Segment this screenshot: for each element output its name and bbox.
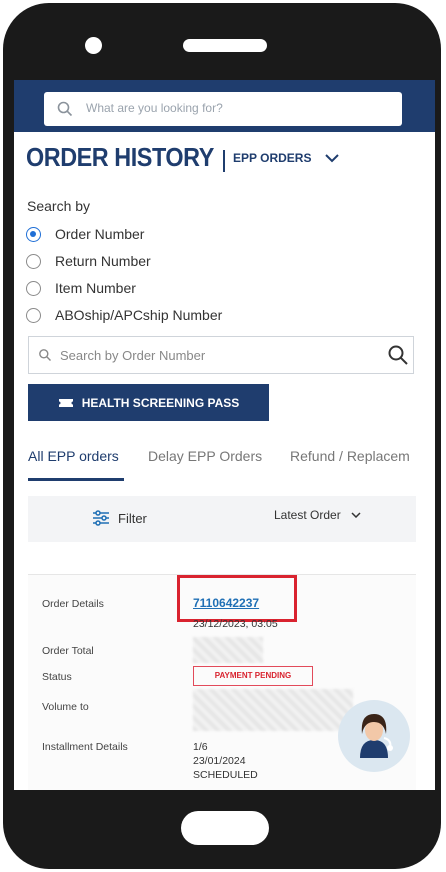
search-submit-icon[interactable] bbox=[387, 344, 409, 366]
tab-all-epp-orders[interactable]: All EPP orders bbox=[28, 448, 119, 464]
front-camera bbox=[85, 37, 102, 54]
chevron-down-icon bbox=[325, 153, 340, 162]
epp-orders-dropdown[interactable]: EPP ORDERS bbox=[233, 151, 340, 165]
order-total-label: Order Total bbox=[42, 645, 94, 657]
order-details-label: Order Details bbox=[42, 598, 104, 610]
app-screen: What are you looking for? ORDER HISTORY … bbox=[14, 80, 435, 790]
search-icon bbox=[57, 101, 73, 117]
support-avatar-button[interactable] bbox=[338, 700, 410, 772]
sort-label: Latest Order bbox=[274, 508, 341, 522]
radio-label: Item Number bbox=[55, 280, 136, 296]
order-tabs: All EPP orders Delay EPP Orders Refund /… bbox=[14, 442, 435, 482]
active-tab-indicator bbox=[28, 478, 124, 481]
installment-details-label: Installment Details bbox=[42, 741, 128, 753]
order-date: 23/12/2023, 03:05 bbox=[193, 618, 278, 630]
installment-date: 23/01/2024 bbox=[193, 755, 246, 767]
radio-button[interactable] bbox=[26, 307, 41, 323]
global-search-input[interactable]: What are you looking for? bbox=[44, 92, 402, 126]
filter-bar: Filter Latest Order bbox=[28, 496, 416, 542]
health-screening-pass-button[interactable]: HEALTH SCREENING PASS bbox=[28, 384, 269, 421]
radio-aboship-number[interactable]: ABOship/APCship Number bbox=[26, 304, 222, 326]
sort-select[interactable]: Latest Order bbox=[274, 508, 361, 522]
redacted-order-total bbox=[193, 637, 263, 663]
radio-button[interactable] bbox=[26, 253, 41, 269]
order-search-input[interactable]: Search by Order Number bbox=[28, 336, 414, 374]
redacted-volume bbox=[193, 689, 353, 731]
radio-label: Order Number bbox=[55, 226, 145, 242]
radio-button[interactable] bbox=[26, 280, 41, 296]
page-title: ORDER HISTORY bbox=[26, 142, 214, 172]
chevron-down-icon bbox=[351, 512, 361, 518]
installment-status: SCHEDULED bbox=[193, 769, 258, 781]
tab-refund-replacement[interactable]: Refund / Replacem bbox=[290, 448, 410, 464]
volume-label: Volume to bbox=[42, 701, 89, 713]
radio-label: ABOship/APCship Number bbox=[55, 307, 223, 323]
search-icon bbox=[39, 349, 51, 361]
filter-icon bbox=[93, 510, 109, 526]
earpiece-speaker bbox=[183, 39, 267, 52]
filter-button[interactable]: Filter bbox=[92, 510, 147, 526]
filter-label: Filter bbox=[118, 510, 147, 526]
pass-button-label: HEALTH SCREENING PASS bbox=[81, 395, 240, 410]
support-avatar-icon bbox=[360, 714, 393, 758]
highlight-box bbox=[177, 575, 297, 622]
tab-delay-epp-orders[interactable]: Delay EPP Orders bbox=[148, 448, 262, 464]
title-divider bbox=[223, 150, 225, 172]
search-placeholder: What are you looking for? bbox=[86, 101, 223, 115]
epp-orders-label: EPP ORDERS bbox=[233, 151, 312, 165]
status-badge: PAYMENT PENDING bbox=[193, 666, 313, 686]
radio-label: Return Number bbox=[55, 253, 151, 269]
search-by-label: Search by bbox=[27, 198, 91, 214]
radio-return-number[interactable]: Return Number bbox=[26, 250, 151, 272]
radio-item-number[interactable]: Item Number bbox=[26, 277, 136, 299]
order-search-placeholder: Search by Order Number bbox=[60, 348, 206, 363]
radio-order-number[interactable]: Order Number bbox=[26, 223, 144, 245]
installment-count: 1/6 bbox=[193, 741, 208, 753]
home-button[interactable] bbox=[181, 811, 269, 845]
top-bar: What are you looking for? bbox=[14, 80, 435, 132]
status-label: Status bbox=[42, 671, 72, 683]
radio-button[interactable] bbox=[26, 226, 41, 242]
ticket-icon bbox=[58, 398, 73, 407]
